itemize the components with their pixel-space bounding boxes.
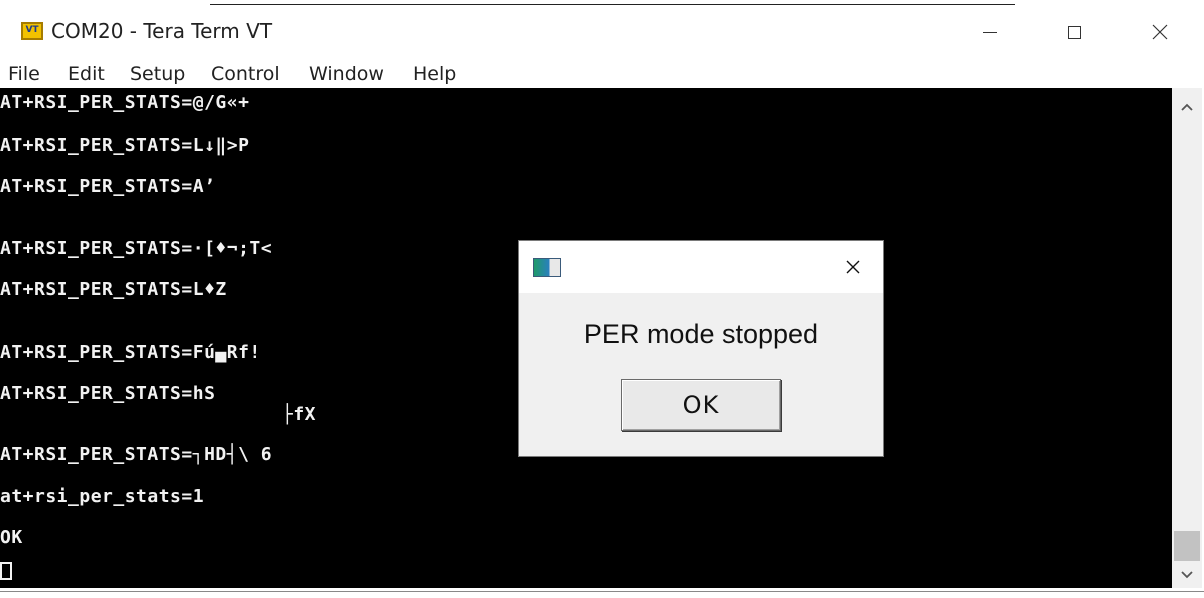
minimize-icon [983,31,997,33]
scroll-thumb[interactable] [1174,531,1200,561]
terminal-line: AT+RSI_PER_STATS=·[♦¬;T< [0,238,273,259]
dialog-title-bar[interactable] [519,241,883,293]
vertical-scrollbar[interactable] [1172,88,1202,588]
window-bottom-border [0,591,1204,592]
menu-help[interactable]: Help [413,63,456,85]
terminal-cursor [0,562,12,580]
tera-term-icon[interactable]: VT [21,22,43,40]
message-dialog: PER mode stopped OK [518,240,884,457]
scroll-down-button[interactable] [1172,560,1202,590]
terminal-line: AT+RSI_PER_STATS=@/G«+ [0,92,250,113]
terminal-line: ├fX [282,404,317,425]
terminal-line: at+rsi_per_stats=1 [0,486,205,507]
window-title: COM20 - Tera Term VT [51,19,273,43]
terminal-line: AT+RSI_PER_STATS=Fú▄Rf! [0,342,261,363]
close-icon [846,260,860,274]
title-bar[interactable]: VT COM20 - Tera Term VT [0,5,1204,61]
chevron-up-icon [1181,103,1193,111]
close-button[interactable] [1120,5,1200,59]
dialog-close-button[interactable] [837,253,869,281]
chevron-down-icon [1181,571,1193,579]
terminal-line: AT+RSI_PER_STATS=L♦Z [0,279,227,300]
terminal-line: AT+RSI_PER_STATS=A’ [0,176,216,197]
dialog-message: PER mode stopped [583,319,819,349]
terminal-line: AT+RSI_PER_STATS=┐HD┤\ 6 [0,444,273,465]
scroll-up-button[interactable] [1172,92,1202,122]
close-icon [1152,24,1168,40]
menu-file[interactable]: File [8,63,40,85]
menu-edit[interactable]: Edit [68,63,105,85]
maximize-icon [1067,25,1081,39]
menu-window[interactable]: Window [309,63,384,85]
menu-control[interactable]: Control [211,63,280,85]
maximize-button[interactable] [1034,5,1114,59]
minimize-button[interactable] [950,5,1030,59]
ok-button[interactable]: OK [621,379,781,431]
terminal-line: AT+RSI_PER_STATS=hS [0,383,216,404]
terminal-line: AT+RSI_PER_STATS=L↓‖>P [0,135,250,156]
dialog-app-icon [533,258,561,277]
menu-setup[interactable]: Setup [130,63,185,85]
terminal-line: OK [0,527,23,548]
